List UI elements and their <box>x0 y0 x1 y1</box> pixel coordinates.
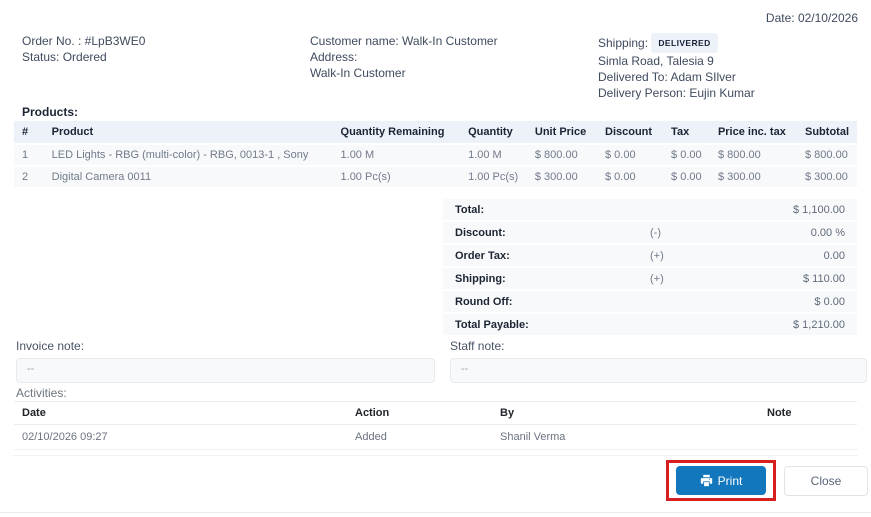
activities-table: Date Action By Note 02/10/2026 09:27 Add… <box>14 401 857 450</box>
cell-quantity: 1.00 M <box>460 145 527 165</box>
totals-section: Total: $ 1,100.00 Discount: (-) 0.00 % O… <box>443 199 857 337</box>
discount-row: Discount: (-) 0.00 % <box>443 222 857 243</box>
customer-address-value: Walk-In Customer <box>310 65 598 81</box>
printer-icon <box>700 474 713 487</box>
cell-index: 2 <box>14 167 44 187</box>
total-label: Total: <box>455 204 650 216</box>
order-tax-value: 0.00 <box>705 250 845 262</box>
shipping-label: Shipping: <box>598 36 648 50</box>
activity-action: Added <box>347 425 492 450</box>
discount-label: Discount: <box>455 227 650 239</box>
shipping-row: Shipping: (+) $ 110.00 <box>443 268 857 289</box>
col-activity-date: Date <box>14 402 347 425</box>
order-details-modal: Date: 02/10/2026 Order No. : #LpB3WE0 St… <box>0 0 871 517</box>
close-button[interactable]: Close <box>784 466 868 496</box>
products-section-label: Products: <box>22 105 78 119</box>
col-activity-note: Note <box>759 402 857 425</box>
shipping-info-column: Shipping: DELIVERED Simla Road, Talesia … <box>598 33 858 101</box>
delivered-to: Delivered To: Adam SIlver <box>598 69 858 85</box>
cell-tax: $ 0.00 <box>663 145 710 165</box>
cell-discount: $ 0.00 <box>597 167 663 187</box>
print-button-label: Print <box>718 474 743 488</box>
cell-quantity-remaining: 1.00 Pc(s) <box>333 167 461 187</box>
shipping-status-badge: DELIVERED <box>651 33 717 53</box>
staff-note-section: Staff note: -- <box>450 339 867 383</box>
col-index: # <box>14 121 44 143</box>
round-off-label: Round Off: <box>455 296 650 308</box>
col-subtotal: Subtotal <box>797 121 857 143</box>
activities-header-row: Date Action By Note <box>14 402 857 425</box>
total-value: $ 1,100.00 <box>705 204 845 216</box>
staff-note-label: Staff note: <box>450 339 867 353</box>
cell-unit-price: $ 300.00 <box>527 167 597 187</box>
col-product: Product <box>44 121 333 143</box>
print-button[interactable]: Print <box>676 466 766 495</box>
cell-product: Digital Camera 0011 <box>44 167 333 187</box>
product-row: 1 LED Lights - RBG (multi-color) - RBG, … <box>14 145 857 165</box>
col-unit-price: Unit Price <box>527 121 597 143</box>
footer-divider <box>12 455 858 456</box>
invoice-note-section: Invoice note: -- <box>16 339 435 383</box>
cell-subtotal: $ 800.00 <box>797 145 857 165</box>
order-info-section: Order No. : #LpB3WE0 Status: Ordered Cus… <box>22 33 858 101</box>
cell-subtotal: $ 300.00 <box>797 167 857 187</box>
cell-price-inc-tax: $ 300.00 <box>710 167 797 187</box>
col-tax: Tax <box>663 121 710 143</box>
staff-note-field[interactable]: -- <box>450 358 867 383</box>
products-header-row: # Product Quantity Remaining Quantity Un… <box>14 121 857 143</box>
activity-by: Shanil Verma <box>492 425 759 450</box>
cell-quantity-remaining: 1.00 M <box>333 145 461 165</box>
col-quantity-remaining: Quantity Remaining <box>333 121 461 143</box>
customer-name: Customer name: Walk-In Customer <box>310 33 598 49</box>
order-tax-row: Order Tax: (+) 0.00 <box>443 245 857 266</box>
shipping-total-label: Shipping: <box>455 273 650 285</box>
cell-product: LED Lights - RBG (multi-color) - RBG, 00… <box>44 145 333 165</box>
col-discount: Discount <box>597 121 663 143</box>
invoice-note-label: Invoice note: <box>16 339 435 353</box>
round-off-value: $ 0.00 <box>705 296 845 308</box>
cell-tax: $ 0.00 <box>663 167 710 187</box>
order-tax-label: Order Tax: <box>455 250 650 262</box>
cell-discount: $ 0.00 <box>597 145 663 165</box>
order-tax-sign: (+) <box>650 250 705 262</box>
total-payable-row: Total Payable: $ 1,210.00 <box>443 314 857 335</box>
invoice-note-field[interactable]: -- <box>16 358 435 383</box>
discount-value: 0.00 % <box>705 227 845 239</box>
activity-note <box>759 425 857 450</box>
cell-price-inc-tax: $ 800.00 <box>710 145 797 165</box>
activity-date: 02/10/2026 09:27 <box>14 425 347 450</box>
discount-sign: (-) <box>650 227 705 239</box>
shipping-address: Simla Road, Talesia 9 <box>598 53 858 69</box>
products-table: # Product Quantity Remaining Quantity Un… <box>14 119 857 189</box>
product-row: 2 Digital Camera 0011 1.00 Pc(s) 1.00 Pc… <box>14 167 857 187</box>
order-info-column: Order No. : #LpB3WE0 Status: Ordered <box>22 33 310 101</box>
total-row: Total: $ 1,100.00 <box>443 199 857 220</box>
shipping-total-value: $ 110.00 <box>705 273 845 285</box>
activity-row: 02/10/2026 09:27 Added Shanil Verma <box>14 425 857 450</box>
col-price-inc-tax: Price inc. tax <box>710 121 797 143</box>
bottom-divider <box>0 512 871 513</box>
shipping-total-sign: (+) <box>650 273 705 285</box>
shipping-status-line: Shipping: DELIVERED <box>598 33 858 53</box>
print-button-highlight: Print <box>666 460 776 501</box>
total-payable-value: $ 1,210.00 <box>705 319 845 331</box>
delivery-person: Delivery Person: Eujin Kumar <box>598 85 858 101</box>
round-off-row: Round Off: $ 0.00 <box>443 291 857 312</box>
col-activity-action: Action <box>347 402 492 425</box>
cell-index: 1 <box>14 145 44 165</box>
col-activity-by: By <box>492 402 759 425</box>
total-payable-label: Total Payable: <box>455 319 650 331</box>
cell-unit-price: $ 800.00 <box>527 145 597 165</box>
col-quantity: Quantity <box>460 121 527 143</box>
order-status: Status: Ordered <box>22 49 310 65</box>
customer-info-column: Customer name: Walk-In Customer Address:… <box>310 33 598 101</box>
order-number: Order No. : #LpB3WE0 <box>22 33 310 49</box>
customer-address-label: Address: <box>310 49 598 65</box>
activities-section-label: Activities: <box>16 386 67 400</box>
cell-quantity: 1.00 Pc(s) <box>460 167 527 187</box>
order-date: Date: 02/10/2026 <box>766 11 858 25</box>
